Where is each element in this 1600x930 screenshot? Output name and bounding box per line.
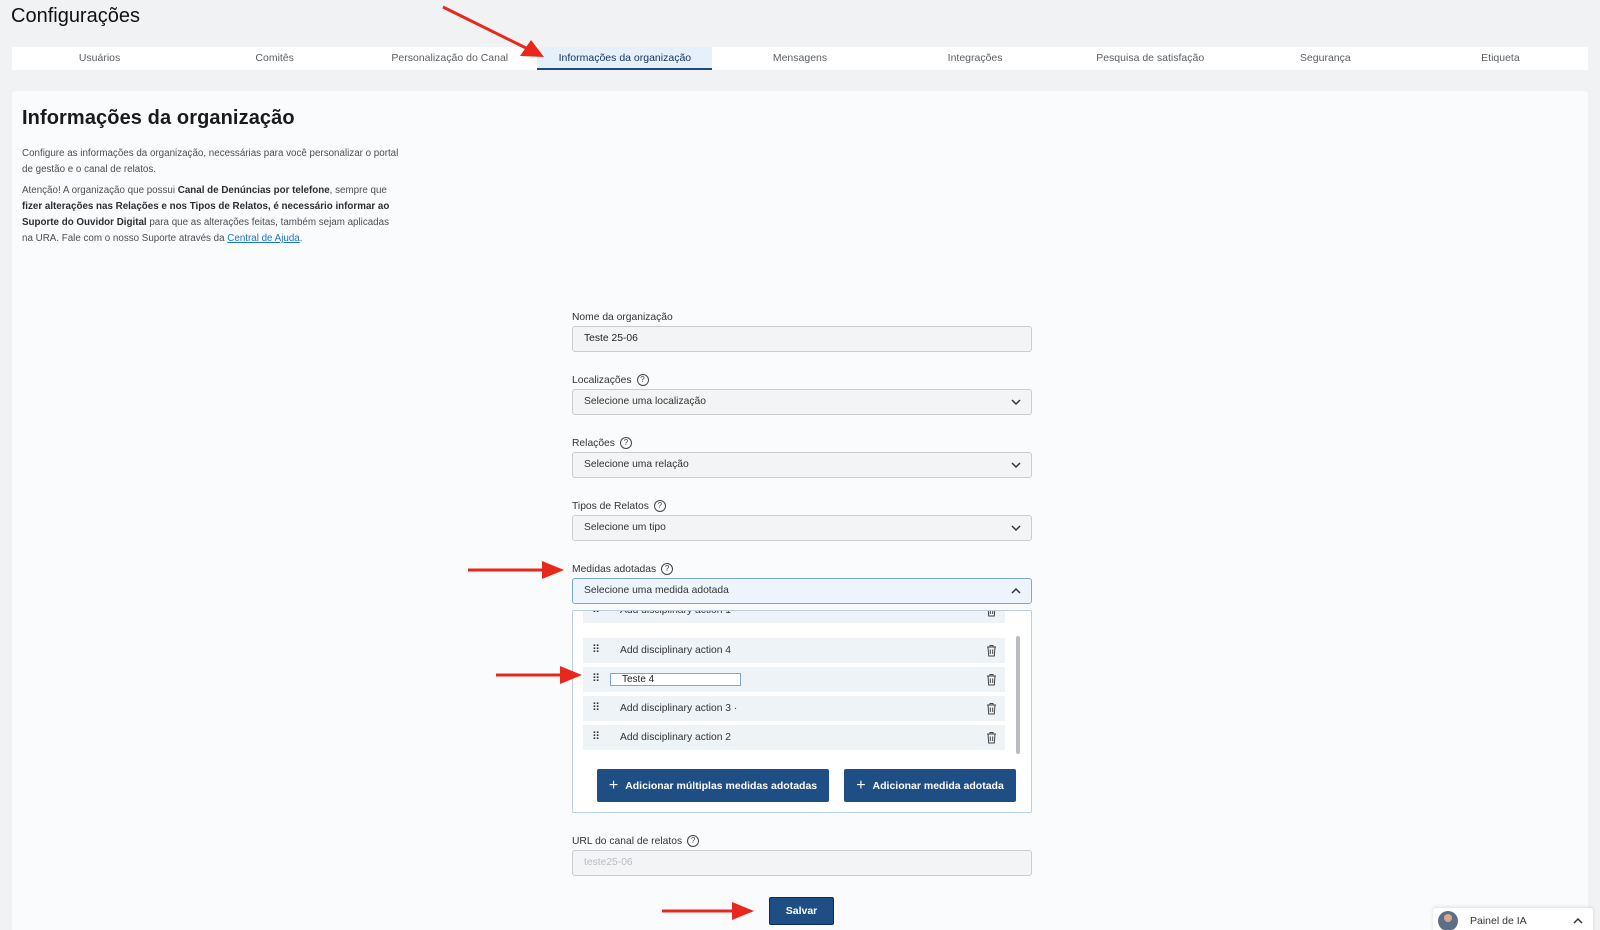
annotation-arrow-icon bbox=[442, 5, 544, 57]
measure-item[interactable]: ⠿ Add disciplinary action 4 bbox=[583, 638, 1005, 663]
measure-item-label: Add disciplinary action 2 bbox=[620, 732, 732, 743]
measures-label: Medidas adotadas ? bbox=[572, 563, 674, 575]
channel-url-label-text: URL do canal de relatos bbox=[572, 835, 683, 847]
trash-icon[interactable] bbox=[986, 610, 997, 617]
annotation-arrow-icon bbox=[662, 902, 754, 920]
trash-icon[interactable] bbox=[986, 644, 997, 657]
measure-edit-input[interactable]: Teste 4 bbox=[610, 673, 741, 686]
help-icon[interactable]: ? bbox=[636, 374, 649, 386]
channel-url-label: URL do canal de relatos ? bbox=[572, 835, 700, 847]
avatar bbox=[1438, 911, 1458, 930]
tab-seguranca[interactable]: Segurança bbox=[1238, 47, 1413, 70]
trash-icon[interactable] bbox=[986, 702, 997, 715]
page-title: Configurações bbox=[11, 5, 140, 27]
locations-placeholder: Selecione uma localização bbox=[584, 396, 706, 407]
org-name-label-text: Nome da organização bbox=[572, 312, 673, 323]
chevron-down-icon bbox=[1011, 525, 1021, 532]
section-intro: Configure as informações da organização,… bbox=[22, 148, 399, 175]
help-icon[interactable]: ? bbox=[619, 437, 632, 449]
add-multiple-measures-button[interactable]: + Adicionar múltiplas medidas adotadas bbox=[597, 769, 829, 802]
plus-icon: + bbox=[608, 776, 619, 794]
annotation-arrow-icon bbox=[468, 561, 564, 579]
measure-item-label: Add disciplinary action 4 bbox=[620, 645, 732, 656]
measure-item-label: Add disciplinary action 3 · bbox=[620, 703, 738, 714]
settings-tabs: Usuários Comitês Personalização do Canal… bbox=[12, 47, 1588, 70]
chevron-up-icon bbox=[1011, 587, 1021, 594]
help-icon[interactable]: ? bbox=[661, 563, 674, 575]
relations-label-text: Relações bbox=[572, 437, 615, 449]
org-name-input[interactable]: Teste 25-06 bbox=[572, 326, 1032, 352]
report-types-label: Tipos de Relatos ? bbox=[572, 500, 666, 512]
help-icon[interactable]: ? bbox=[687, 835, 700, 847]
chevron-down-icon bbox=[1011, 399, 1021, 406]
drag-handle-icon[interactable]: ⠿ bbox=[592, 702, 600, 714]
measure-item-editing[interactable]: ⠿ Teste 4 bbox=[583, 667, 1005, 692]
warning-bold: Canal de Denúncias por telefone bbox=[177, 185, 330, 196]
tab-pesquisa-satisfacao[interactable]: Pesquisa de satisfação bbox=[1063, 47, 1238, 70]
trash-icon[interactable] bbox=[986, 673, 997, 686]
save-button[interactable]: Salvar bbox=[769, 897, 834, 925]
drag-handle-icon[interactable]: ⠿ bbox=[592, 673, 600, 685]
tab-integracoes[interactable]: Integrações bbox=[888, 47, 1063, 70]
tab-etiqueta[interactable]: Etiqueta bbox=[1413, 47, 1588, 70]
warning-text: . bbox=[299, 233, 303, 244]
tab-mensagens[interactable]: Mensagens bbox=[712, 47, 887, 70]
section-title: Informações da organização bbox=[22, 107, 295, 129]
locations-label: Localizações ? bbox=[572, 374, 649, 386]
add-multiple-measures-label: Adicionar múltiplas medidas adotadas bbox=[625, 779, 818, 792]
channel-url-input: teste25-06 bbox=[572, 850, 1032, 876]
measures-label-text: Medidas adotadas bbox=[572, 563, 657, 575]
locations-select[interactable]: Selecione uma localização bbox=[572, 389, 1032, 415]
relations-placeholder: Selecione uma relação bbox=[584, 459, 689, 470]
add-measure-button[interactable]: + Adicionar medida adotada bbox=[844, 769, 1016, 802]
tab-comites[interactable]: Comitês bbox=[187, 47, 362, 70]
measure-item-label: Add disciplinary action 1 bbox=[620, 610, 732, 616]
drag-handle-icon[interactable]: ⠿ bbox=[592, 644, 600, 656]
chevron-down-icon bbox=[1011, 462, 1021, 469]
help-center-link[interactable]: Central de Ajuda bbox=[227, 233, 299, 244]
add-measure-label: Adicionar medida adotada bbox=[872, 779, 1004, 792]
ai-panel-toggle[interactable]: Painel de IA bbox=[1433, 908, 1593, 930]
trash-icon[interactable] bbox=[986, 731, 997, 744]
warning-text: , sempre que bbox=[329, 185, 387, 196]
report-types-select[interactable]: Selecione um tipo bbox=[572, 515, 1032, 541]
drag-handle-icon[interactable]: ⠿ bbox=[592, 611, 600, 616]
report-types-label-text: Tipos de Relatos bbox=[572, 500, 649, 512]
relations-select[interactable]: Selecione uma relação bbox=[572, 452, 1032, 478]
locations-label-text: Localizações bbox=[572, 374, 632, 386]
measures-dropdown[interactable]: ⠿ Add disciplinary action 1 ⠿ Add discip… bbox=[572, 610, 1032, 813]
org-name-label: Nome da organização bbox=[572, 312, 673, 323]
help-icon[interactable]: ? bbox=[653, 500, 666, 512]
measure-item[interactable]: ⠿ Add disciplinary action 1 bbox=[583, 610, 1005, 623]
measures-select[interactable]: Selecione uma medida adotada bbox=[572, 578, 1032, 604]
annotation-arrow-icon bbox=[496, 666, 582, 684]
section-warning: Atenção! A organização que possui Canal … bbox=[22, 183, 402, 247]
chevron-up-icon[interactable] bbox=[1573, 917, 1583, 925]
measure-item[interactable]: ⠿ Add disciplinary action 3 · bbox=[583, 696, 1005, 721]
tab-usuarios[interactable]: Usuários bbox=[12, 47, 187, 70]
report-types-placeholder: Selecione um tipo bbox=[584, 522, 666, 533]
plus-icon: + bbox=[856, 776, 866, 794]
measure-item[interactable]: ⠿ Add disciplinary action 2 bbox=[583, 725, 1005, 750]
measures-placeholder: Selecione uma medida adotada bbox=[584, 585, 729, 596]
tab-informacoes-organizacao[interactable]: Informações da organização bbox=[537, 47, 713, 70]
dropdown-scrollbar[interactable] bbox=[1016, 636, 1020, 754]
relations-label: Relações ? bbox=[572, 437, 632, 449]
warning-text: Atenção! A organização que possui bbox=[22, 185, 178, 196]
drag-handle-icon[interactable]: ⠿ bbox=[592, 731, 600, 743]
ai-panel-label: Painel de IA bbox=[1470, 915, 1527, 927]
